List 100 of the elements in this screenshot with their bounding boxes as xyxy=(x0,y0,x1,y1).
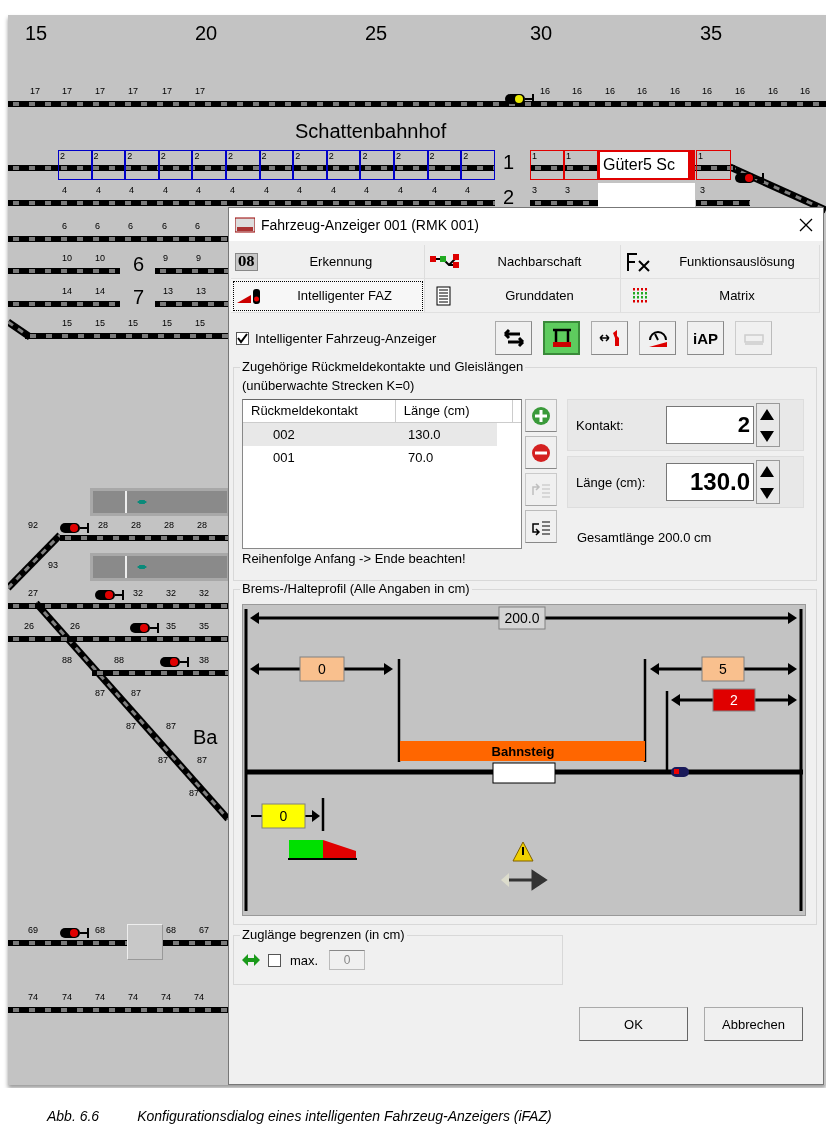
tab-label: Matrix xyxy=(718,288,756,303)
track-label: 6 xyxy=(128,221,133,231)
table-cell-text: 70.0 xyxy=(407,449,434,467)
track-label: 15 xyxy=(95,318,105,328)
toolbar-button[interactable] xyxy=(543,321,580,355)
iap-button[interactable]: iAP xyxy=(687,321,724,355)
track-label: 4 xyxy=(129,185,134,195)
track-label: 87 xyxy=(197,755,207,765)
number-field[interactable]: 2 xyxy=(666,406,754,444)
track-label: 4 xyxy=(264,185,269,195)
track-label: 16 xyxy=(572,86,582,96)
toolbar-button[interactable] xyxy=(495,321,532,355)
track-label: 4 xyxy=(432,185,437,195)
dialog-button[interactable]: OK xyxy=(579,1007,688,1041)
tab[interactable]: Intelligenter FAZ xyxy=(231,279,425,313)
tab-label: Grunddaten xyxy=(504,288,575,303)
column-header[interactable]: Länge (cm) xyxy=(395,400,513,422)
track xyxy=(530,200,598,206)
track-label: 3 xyxy=(700,185,705,195)
direction-arrow-icon xyxy=(501,869,547,890)
tab[interactable]: Grunddaten xyxy=(425,279,621,313)
track-number: 7 xyxy=(133,286,145,308)
track-label: 32 xyxy=(166,588,176,598)
track-block: 2 xyxy=(58,150,92,180)
track-label: 74 xyxy=(95,992,105,1002)
signal-icon xyxy=(160,656,190,668)
track-label: 74 xyxy=(128,992,138,1002)
track-label: 9 xyxy=(196,253,201,263)
signal-icon xyxy=(130,622,160,634)
tab[interactable]: Nachbarschaft xyxy=(425,245,621,279)
window-title: Fahrzeug-Anzeiger 001 (RMK 001) xyxy=(261,216,480,233)
table-cell-text: 001 xyxy=(272,449,296,467)
track-label: 6 xyxy=(195,221,200,231)
remove-button[interactable] xyxy=(525,436,557,469)
arrow-signal-icon xyxy=(597,327,622,349)
track-label: 87 xyxy=(131,688,141,698)
add-button[interactable] xyxy=(525,399,557,432)
column-number: 30 xyxy=(530,22,553,45)
track-label: 74 xyxy=(194,992,204,1002)
signal-icon xyxy=(735,172,765,184)
track-label: 87 xyxy=(189,788,199,798)
track-label: 4 xyxy=(331,185,336,195)
station-name: Ba xyxy=(193,726,218,749)
tab[interactable]: Funktionsauslösung xyxy=(621,245,820,279)
track-block: 2 xyxy=(293,150,327,180)
spin-buttons[interactable] xyxy=(756,460,780,504)
checkbox[interactable] xyxy=(236,331,249,345)
track-block: 2 xyxy=(226,150,260,180)
spin-buttons[interactable] xyxy=(756,403,780,447)
tab[interactable]: 08 Erkennung xyxy=(231,245,425,279)
list-row[interactable]: 001 70.0 xyxy=(243,446,497,469)
track-label: 3 xyxy=(565,185,570,195)
close-icon[interactable] xyxy=(799,217,813,232)
column-number: 15 xyxy=(25,22,48,45)
list-row[interactable]: 002 130.0 xyxy=(243,423,497,446)
track-block: 2 xyxy=(192,150,226,180)
track-label: 9 xyxy=(163,253,168,263)
warning-icon xyxy=(512,841,534,862)
track-block: 2 xyxy=(326,150,361,180)
track-label: 16 xyxy=(637,86,647,96)
track-label: 10 xyxy=(62,253,72,263)
tab-badge: 08 xyxy=(235,252,258,271)
track-label: 16 xyxy=(702,86,712,96)
group-subtitle: (unüberwachte Strecken K=0) xyxy=(242,378,416,393)
track-label: 28 xyxy=(164,520,174,530)
track-label: 87 xyxy=(126,721,136,731)
toolbar-button[interactable] xyxy=(591,321,628,355)
track-label: 35 xyxy=(166,621,176,631)
signal-icon xyxy=(95,589,125,601)
figure-caption: Konfigurationsdialog eines intelligenten Fahrzeug-Anzeigers (iFAZ) xyxy=(137,1108,552,1124)
diagonal-track xyxy=(8,319,32,340)
track-label: 4 xyxy=(96,185,101,195)
tab[interactable]: Matrix xyxy=(621,279,820,313)
track-label: 17 xyxy=(62,86,72,96)
checkbox[interactable] xyxy=(268,953,281,967)
move-down-button[interactable] xyxy=(525,510,557,543)
group-title: Zugehörige Rückmeldekontakte und Gleislängen xyxy=(240,359,526,374)
number-field[interactable]: 130.0 xyxy=(666,463,754,501)
track-block: 2 xyxy=(91,150,126,180)
track xyxy=(696,200,750,206)
column-number: 20 xyxy=(195,22,218,45)
track-label: 93 xyxy=(48,560,58,570)
toolbar-button[interactable] xyxy=(639,321,676,355)
column-header[interactable]: Rückmeldekontakt xyxy=(243,400,396,422)
track-block: 2 xyxy=(394,150,428,180)
dialog-button[interactable]: Abbrechen xyxy=(704,1007,803,1041)
group-title: Brems-/Halteprofil (Alle Angaben in cm) xyxy=(240,581,472,596)
track-block: 1 xyxy=(564,150,598,180)
diagonal-track xyxy=(8,532,63,591)
tab-label: Intelligenter FAZ xyxy=(296,288,393,303)
track-block: 1 xyxy=(696,150,731,180)
brake-ramp-icon xyxy=(287,840,358,860)
track-label: 4 xyxy=(465,185,470,195)
track-label: 74 xyxy=(161,992,171,1002)
stop-label: 2 xyxy=(712,688,756,712)
track-label: 28 xyxy=(98,520,108,530)
block-square xyxy=(127,924,163,960)
checkbox-label: Intelligenter Fahrzeug-Anzeiger xyxy=(255,330,438,346)
track-label: 15 xyxy=(128,318,138,328)
figure-number: Abb. 6.6 xyxy=(47,1108,100,1124)
